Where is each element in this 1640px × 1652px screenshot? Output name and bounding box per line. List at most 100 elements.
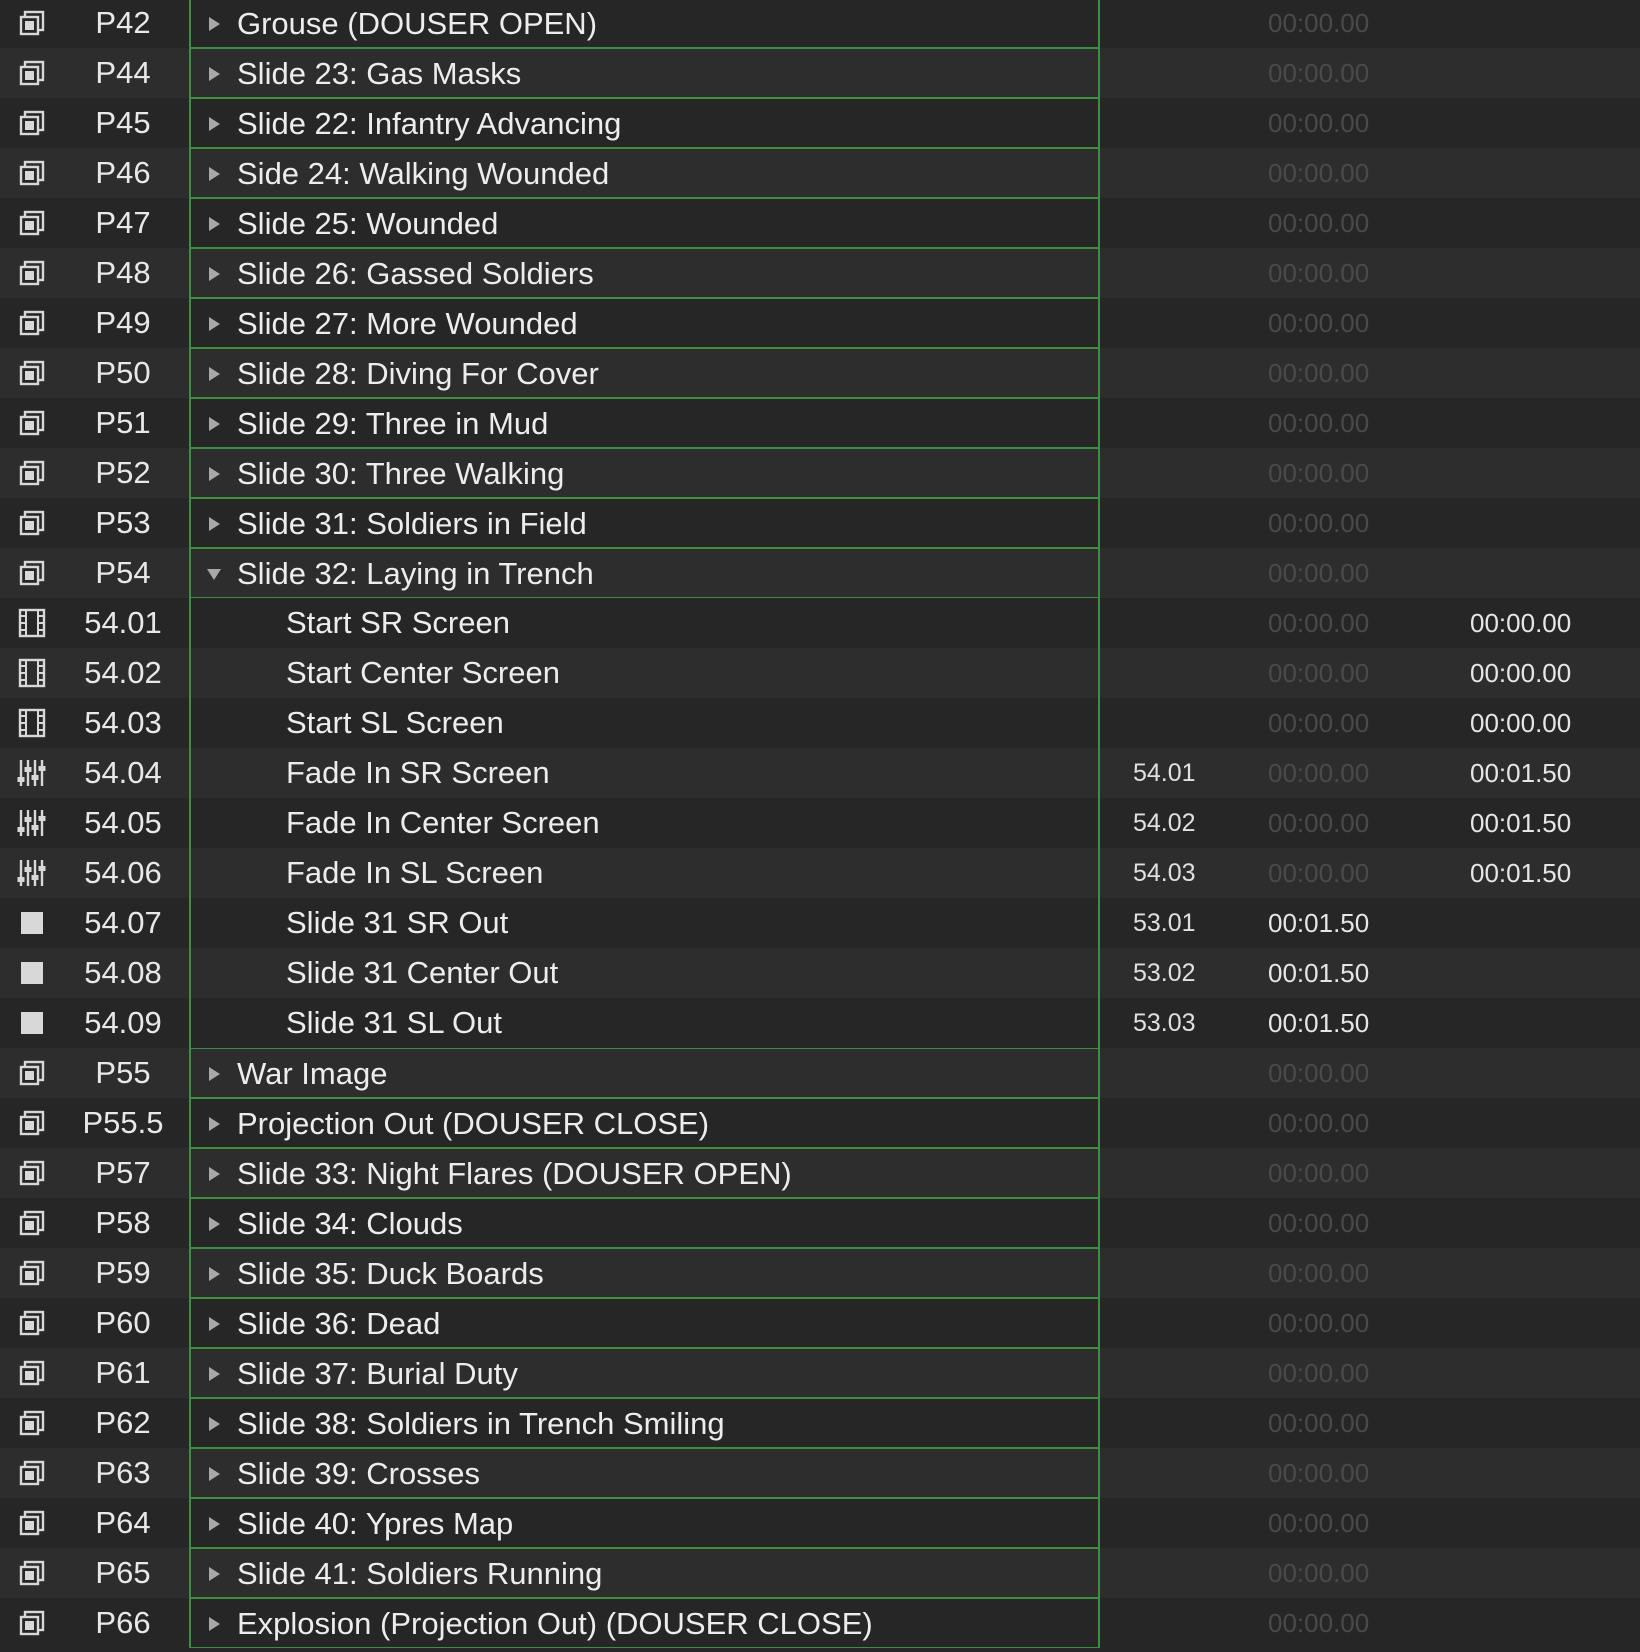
- cue-number[interactable]: P45: [56, 98, 190, 148]
- cue-number[interactable]: P60: [56, 1298, 190, 1348]
- cue-prewait[interactable]: 00:00.00: [1268, 1598, 1394, 1648]
- cue-target[interactable]: 54.01: [1133, 748, 1233, 798]
- cue-target[interactable]: [1133, 248, 1233, 298]
- disclosure-expanded-icon[interactable]: [205, 549, 223, 599]
- cue-duration[interactable]: [1470, 298, 1620, 348]
- cue-target[interactable]: [1133, 498, 1233, 548]
- cue-row-group[interactable]: P58 Slide 34: Clouds 00:00.00: [0, 1198, 1640, 1248]
- cue-row-group[interactable]: P59 Slide 35: Duck Boards 00:00.00: [0, 1248, 1640, 1298]
- cue-name-cell[interactable]: Fade In Center Screen: [189, 798, 1100, 848]
- cue-duration[interactable]: 00:00.00: [1470, 698, 1620, 748]
- disclosure-collapsed-icon[interactable]: [205, 399, 223, 449]
- cue-duration[interactable]: 00:00.00: [1470, 598, 1620, 648]
- disclosure-collapsed-icon[interactable]: [205, 1099, 223, 1149]
- cue-number[interactable]: P44: [56, 48, 190, 98]
- cue-row-group[interactable]: P63 Slide 39: Crosses 00:00.00: [0, 1448, 1640, 1498]
- cue-row-group[interactable]: P45 Slide 22: Infantry Advancing 00:00.00: [0, 98, 1640, 148]
- disclosure-collapsed-icon[interactable]: [205, 99, 223, 149]
- cue-duration[interactable]: [1470, 1548, 1620, 1598]
- cue-number[interactable]: P52: [56, 448, 190, 498]
- cue-prewait[interactable]: 00:00.00: [1268, 48, 1394, 98]
- cue-target[interactable]: [1133, 1598, 1233, 1648]
- cue-prewait[interactable]: 00:00.00: [1268, 1198, 1394, 1248]
- cue-name-cell[interactable]: War Image: [189, 1048, 1100, 1098]
- cue-name-cell[interactable]: Slide 31 Center Out: [189, 948, 1100, 998]
- cue-number[interactable]: P61: [56, 1348, 190, 1398]
- cue-number[interactable]: P58: [56, 1198, 190, 1248]
- cue-name-cell[interactable]: Slide 34: Clouds: [189, 1198, 1100, 1248]
- cue-row-group[interactable]: P60 Slide 36: Dead 00:00.00: [0, 1298, 1640, 1348]
- cue-name-cell[interactable]: Fade In SR Screen: [189, 748, 1100, 798]
- cue-name-cell[interactable]: Slide 29: Three in Mud: [189, 398, 1100, 448]
- cue-name-cell[interactable]: Slide 33: Night Flares (DOUSER OPEN): [189, 1148, 1100, 1198]
- cue-number[interactable]: P55.5: [56, 1098, 190, 1148]
- cue-row-group[interactable]: P62 Slide 38: Soldiers in Trench Smiling 0…: [0, 1398, 1640, 1448]
- cue-duration[interactable]: 00:01.50: [1470, 748, 1620, 798]
- cue-row[interactable]: 54.05 Fade In Center Screen 54.02 00:00.00 0…: [0, 798, 1640, 848]
- cue-name-cell[interactable]: Grouse (DOUSER OPEN): [189, 0, 1100, 48]
- cue-prewait[interactable]: 00:00.00: [1268, 1148, 1394, 1198]
- cue-name-cell[interactable]: Slide 38: Soldiers in Trench Smiling: [189, 1398, 1100, 1448]
- cue-duration[interactable]: [1470, 198, 1620, 248]
- cue-duration[interactable]: [1470, 948, 1620, 998]
- cue-name-cell[interactable]: Slide 28: Diving For Cover: [189, 348, 1100, 398]
- cue-number[interactable]: P46: [56, 148, 190, 198]
- cue-target[interactable]: [1133, 398, 1233, 448]
- cue-row-group[interactable]: P42 Grouse (DOUSER OPEN) 00:00.00: [0, 0, 1640, 48]
- cue-prewait[interactable]: 00:00.00: [1268, 1548, 1394, 1598]
- cue-prewait[interactable]: 00:00.00: [1268, 1498, 1394, 1548]
- disclosure-collapsed-icon[interactable]: [205, 199, 223, 249]
- cue-target[interactable]: [1133, 0, 1233, 48]
- cue-duration[interactable]: [1470, 998, 1620, 1048]
- cue-name-cell[interactable]: Slide 31: Soldiers in Field: [189, 498, 1100, 548]
- cue-number[interactable]: P64: [56, 1498, 190, 1548]
- cue-duration[interactable]: 00:00.00: [1470, 648, 1620, 698]
- cue-row-group[interactable]: P54 Slide 32: Laying in Trench 00:00.00: [0, 548, 1640, 598]
- disclosure-collapsed-icon[interactable]: [205, 499, 223, 549]
- disclosure-collapsed-icon[interactable]: [205, 1049, 223, 1099]
- cue-number[interactable]: P42: [56, 0, 190, 48]
- cue-target[interactable]: [1133, 1148, 1233, 1198]
- cue-prewait[interactable]: 00:00.00: [1268, 448, 1394, 498]
- disclosure-collapsed-icon[interactable]: [205, 1549, 223, 1599]
- cue-number[interactable]: 54.03: [56, 698, 190, 748]
- cue-row-group[interactable]: P65 Slide 41: Soldiers Running 00:00.00: [0, 1548, 1640, 1598]
- disclosure-collapsed-icon[interactable]: [205, 299, 223, 349]
- cue-row[interactable]: 54.08 Slide 31 Center Out 53.02 00:01.50: [0, 948, 1640, 998]
- cue-prewait[interactable]: 00:00.00: [1268, 798, 1394, 848]
- cue-name-cell[interactable]: Slide 27: More Wounded: [189, 298, 1100, 348]
- cue-target[interactable]: [1133, 1348, 1233, 1398]
- cue-number[interactable]: P57: [56, 1148, 190, 1198]
- disclosure-collapsed-icon[interactable]: [205, 1599, 223, 1649]
- cue-prewait[interactable]: 00:00.00: [1268, 498, 1394, 548]
- cue-name-cell[interactable]: Slide 23: Gas Masks: [189, 48, 1100, 98]
- cue-name-cell[interactable]: Start SR Screen: [189, 598, 1100, 648]
- cue-duration[interactable]: [1470, 348, 1620, 398]
- cue-prewait[interactable]: 00:00.00: [1268, 198, 1394, 248]
- cue-prewait[interactable]: 00:01.50: [1268, 948, 1394, 998]
- cue-target[interactable]: [1133, 1498, 1233, 1548]
- cue-name-cell[interactable]: Slide 31 SR Out: [189, 898, 1100, 948]
- cue-prewait[interactable]: 00:00.00: [1268, 848, 1394, 898]
- cue-number[interactable]: P49: [56, 298, 190, 348]
- disclosure-collapsed-icon[interactable]: [205, 1449, 223, 1499]
- disclosure-collapsed-icon[interactable]: [205, 449, 223, 499]
- cue-row-group[interactable]: P55 War Image 00:00.00: [0, 1048, 1640, 1098]
- cue-duration[interactable]: [1470, 548, 1620, 598]
- cue-number[interactable]: 54.07: [56, 898, 190, 948]
- cue-duration[interactable]: [1470, 1198, 1620, 1248]
- cue-number[interactable]: 54.05: [56, 798, 190, 848]
- cue-duration[interactable]: [1470, 1048, 1620, 1098]
- cue-prewait[interactable]: 00:00.00: [1268, 548, 1394, 598]
- cue-number[interactable]: P53: [56, 498, 190, 548]
- disclosure-collapsed-icon[interactable]: [205, 1249, 223, 1299]
- cue-number[interactable]: P48: [56, 248, 190, 298]
- cue-row-group[interactable]: P57 Slide 33: Night Flares (DOUSER OPEN) 0…: [0, 1148, 1640, 1198]
- cue-name-cell[interactable]: Slide 26: Gassed Soldiers: [189, 248, 1100, 298]
- cue-prewait[interactable]: 00:00.00: [1268, 348, 1394, 398]
- cue-prewait[interactable]: 00:00.00: [1268, 648, 1394, 698]
- cue-name-cell[interactable]: Slide 25: Wounded: [189, 198, 1100, 248]
- disclosure-collapsed-icon[interactable]: [205, 0, 223, 49]
- cue-target[interactable]: 53.03: [1133, 998, 1233, 1048]
- cue-row-group[interactable]: P50 Slide 28: Diving For Cover 00:00.00: [0, 348, 1640, 398]
